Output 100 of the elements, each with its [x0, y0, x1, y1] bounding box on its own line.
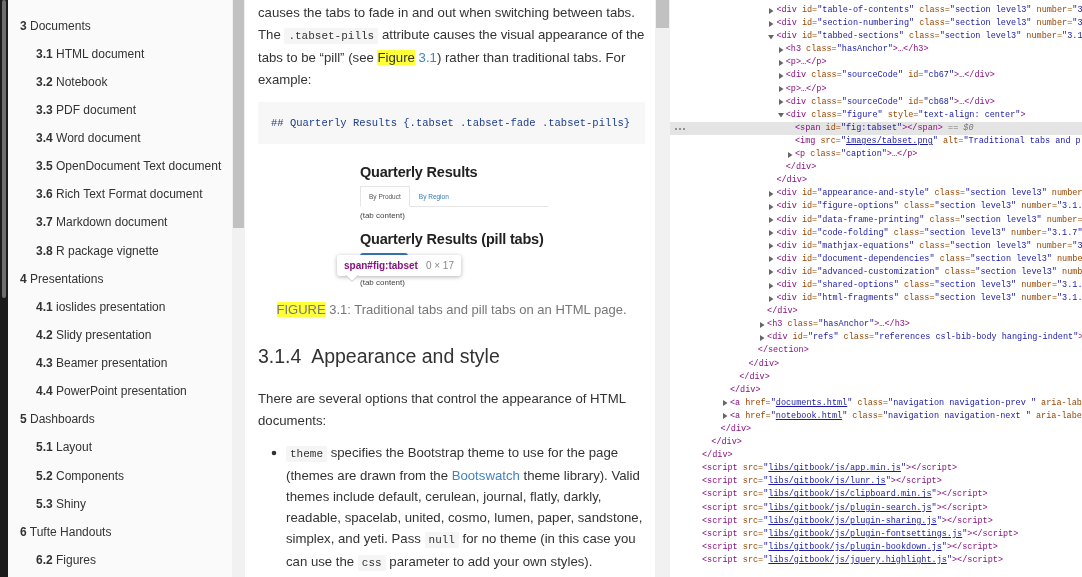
expand-arrow-icon[interactable]: [759, 334, 766, 341]
sidebar-item[interactable]: 4.2 Slidy presentation: [8, 323, 232, 352]
dom-node-row[interactable]: <img src="images/tabset.png" alt="Traditional tabs and p: [670, 134, 1082, 149]
dom-node-row[interactable]: <p>…</p>: [670, 82, 1082, 96]
dom-node-row[interactable]: </div>: [670, 357, 1082, 371]
dom-node-row[interactable]: <div class="sourceCode" id="cb67">…</div>: [670, 69, 1082, 83]
link[interactable]: libs/gitbook/js/plugin-search.js: [768, 502, 932, 513]
scrollbar-thumb[interactable]: [2, 0, 6, 298]
dom-node-row[interactable]: <script src="libs/gitbook/js/plugin-sharing.js"></script>: [670, 514, 1082, 528]
dom-node-row[interactable]: <div id="document-dependencies" class="section level3" numbe: [670, 252, 1082, 266]
expand-arrow-icon[interactable]: [721, 413, 728, 420]
dom-node-row[interactable]: <div id="section-numbering" class="section level3" number="3: [670, 17, 1082, 31]
dom-node-row[interactable]: <script src="libs/gitbook/js/plugin-search.js"></script>: [670, 501, 1082, 515]
dom-node-row[interactable]: <div id="data-frame-printing" class="section level3" number=: [670, 213, 1082, 227]
link[interactable]: libs/gitbook/js/app.min.js: [768, 463, 901, 474]
dom-node-row[interactable]: <div class="sourceCode" id="cb68">…</div>: [670, 95, 1082, 109]
sidebar-item[interactable]: 6.2 Figures: [8, 548, 232, 577]
sidebar-item[interactable]: 4 Presentations: [8, 267, 232, 296]
sidebar-item[interactable]: 5.3 Shiny: [8, 492, 232, 521]
expand-arrow-icon[interactable]: [777, 99, 784, 106]
sidebar-item[interactable]: 5.1 Layout: [8, 436, 232, 465]
dom-node-row[interactable]: </div>: [670, 305, 1082, 319]
link[interactable]: libs/gitbook/js/jquery.highlight.js: [768, 554, 947, 565]
dom-node-row[interactable]: <div id="figure-options" class="section level3" number="3.1.: [670, 200, 1082, 214]
dom-node-row[interactable]: <script src="libs/gitbook/js/lunr.js"></script>: [670, 475, 1082, 489]
dom-node-row[interactable]: <script src="libs/gitbook/js/jquery.highlight.js"></script>: [670, 553, 1082, 568]
dom-node-row[interactable]: <h3 class="hasAnchor">…</h3>: [670, 43, 1082, 57]
dom-node-row[interactable]: <div id="advanced-customization" class="section level3" numb: [670, 265, 1082, 279]
sidebar-item[interactable]: 3.5 OpenDocument Text document: [8, 155, 232, 184]
dom-node-row[interactable]: <p class="caption">…</p>: [670, 148, 1082, 162]
expand-arrow-icon[interactable]: [777, 86, 784, 93]
sidebar-item[interactable]: 4.3 Beamer presentation: [8, 352, 232, 381]
dom-node-row[interactable]: <div id="html-fragments" class="section level3" number="3.1.: [670, 292, 1082, 306]
dom-node-row[interactable]: <div id="table-of-contents" class="section level3" number="3: [670, 4, 1082, 18]
expand-arrow-icon[interactable]: [787, 151, 793, 158]
link[interactable]: documents.html: [775, 397, 848, 408]
sidebar-item[interactable]: 4.4 PowerPoint presentation: [8, 380, 232, 409]
expand-arrow-icon[interactable]: [759, 321, 766, 328]
dom-node-row[interactable]: </section>: [670, 344, 1082, 358]
sidebar-item[interactable]: 3.7 Markdown document: [8, 211, 232, 240]
expand-arrow-icon[interactable]: [777, 46, 784, 53]
scrollbar-thumb[interactable]: [233, 0, 244, 228]
expand-arrow-icon[interactable]: [777, 112, 784, 119]
sidebar-item[interactable]: 5 Dashboards: [8, 408, 232, 437]
link[interactable]: libs/gitbook/js/plugin-bookdown.js: [768, 541, 942, 552]
sidebar-item[interactable]: 3.2 Notebook: [8, 70, 232, 99]
sidebar-item[interactable]: 5.2 Components: [8, 464, 232, 493]
figure-link[interactable]: 3.1: [418, 50, 437, 65]
dom-node-row[interactable]: <div id="refs" class="references csl-bib-body hanging-indent">: [670, 331, 1082, 345]
expand-arrow-icon[interactable]: [777, 59, 784, 66]
sidebar-item[interactable]: 3.4 Word document: [8, 127, 232, 156]
sidebar-item[interactable]: 3.6 Rich Text Format document: [8, 183, 232, 212]
sidebar-item[interactable]: 3.3 PDF document: [8, 98, 232, 127]
dom-node-row[interactable]: <span id="fig:tabset"></span> == $0: [670, 121, 1082, 135]
dom-node-row[interactable]: </div>: [670, 436, 1082, 450]
link[interactable]: libs/gitbook/js/lunr.js: [768, 476, 886, 487]
dom-node-row[interactable]: <div id="shared-options" class="section level3" number="3.1.: [670, 278, 1082, 293]
dom-node-row[interactable]: </div>: [670, 174, 1082, 188]
link[interactable]: notebook.html: [775, 410, 843, 421]
expand-arrow-icon[interactable]: [768, 256, 775, 263]
dom-node-row[interactable]: <p>…</p>: [670, 56, 1082, 70]
dom-node-row[interactable]: </div>: [670, 423, 1082, 437]
dom-node-row[interactable]: </div>: [670, 161, 1082, 175]
dom-node-row[interactable]: <script src="libs/gitbook/js/clipboard.min.js"></script>: [670, 488, 1082, 502]
expand-arrow-icon[interactable]: [768, 33, 775, 40]
dom-node-row[interactable]: <script src="libs/gitbook/js/plugin-bookdown.js"></script>: [670, 540, 1082, 554]
expand-arrow-icon[interactable]: [768, 295, 775, 302]
sidebar-item[interactable]: 6 Tufte Handouts: [8, 520, 232, 549]
dom-node-row[interactable]: <script src="libs/gitbook/js/plugin-fontsettings.js"></script>: [670, 527, 1082, 541]
dom-node-row[interactable]: <div id="mathjax-equations" class="section level3" number="3: [670, 239, 1082, 253]
expand-arrow-icon[interactable]: [768, 243, 775, 250]
dom-node-row[interactable]: </div>: [670, 383, 1082, 397]
dom-node-row[interactable]: <h3 class="hasAnchor">…</h3>: [670, 318, 1082, 332]
expand-arrow-icon[interactable]: [768, 190, 775, 197]
sidebar-item[interactable]: 3.1 HTML document: [8, 42, 232, 71]
sidebar-item[interactable]: 3.8 R package vignette: [8, 239, 232, 268]
dom-node-row[interactable]: <div id="code-folding" class="section level3" number="3.1.7": [670, 226, 1082, 240]
expand-arrow-icon[interactable]: [768, 7, 775, 14]
expand-arrow-icon[interactable]: [768, 217, 775, 224]
scrollbar-thumb[interactable]: [656, 0, 669, 28]
expand-arrow-icon[interactable]: [768, 20, 775, 27]
dom-node-row[interactable]: <div class="figure" style="text-align: center">: [670, 108, 1082, 122]
expand-arrow-icon[interactable]: [768, 230, 775, 237]
expand-arrow-icon[interactable]: [768, 269, 775, 276]
link[interactable]: libs/gitbook/js/clipboard.min.js: [768, 489, 932, 500]
link[interactable]: libs/gitbook/js/plugin-fontsettings.js: [768, 528, 963, 539]
dom-node-row[interactable]: <div id="appearance-and-style" class="section level3" number: [670, 187, 1082, 201]
sidebar-item[interactable]: 4.1 ioslides presentation: [8, 295, 232, 324]
link[interactable]: libs/gitbook/js/plugin-sharing.js: [768, 515, 937, 526]
expand-arrow-icon[interactable]: [721, 400, 728, 407]
dom-node-row[interactable]: <div id="tabbed-sections" class="section level3" number="3.1: [670, 30, 1082, 44]
link[interactable]: images/tabset.png: [846, 135, 933, 146]
dom-node-row[interactable]: </div>: [670, 449, 1082, 463]
sidebar-item[interactable]: 3 Documents: [8, 14, 232, 43]
link[interactable]: Bootswatch: [451, 468, 520, 483]
expand-arrow-icon[interactable]: [768, 282, 775, 289]
dom-node-row[interactable]: </div>: [670, 370, 1082, 384]
dom-node-row[interactable]: <script src="libs/gitbook/js/app.min.js"></script>: [670, 462, 1082, 476]
expand-arrow-icon[interactable]: [777, 73, 784, 79]
expand-arrow-icon[interactable]: [768, 203, 775, 210]
